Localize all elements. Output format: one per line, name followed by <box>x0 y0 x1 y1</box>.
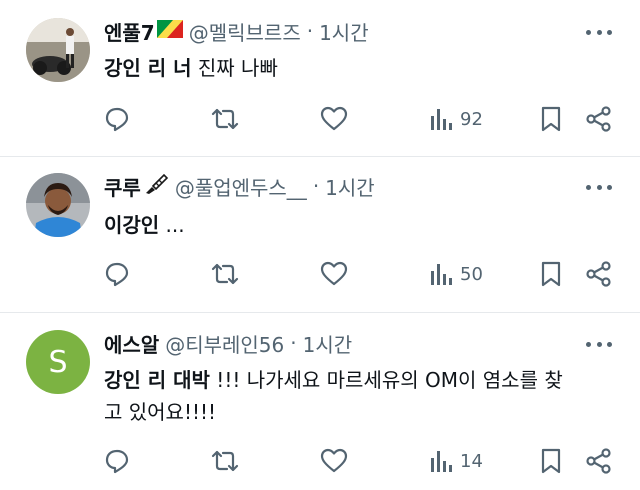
separator-dot: · <box>290 331 297 355</box>
tweet-text-rest: !!! 나가세요 마르세유의 OM이 염소를 찾 <box>209 368 563 392</box>
avatar[interactable] <box>26 173 90 237</box>
action-bar: 14 <box>104 446 624 476</box>
tweet-text: 강인 리 너 진짜 나빠 <box>104 52 614 84</box>
tweet-header: 에스알 @티부레인56 · 1시간 <box>104 329 353 358</box>
more-options-icon[interactable] <box>586 177 612 197</box>
tweet-text: 이강인 ... <box>104 209 614 241</box>
like-button[interactable] <box>320 259 348 289</box>
retweet-icon <box>211 108 239 130</box>
share-icon <box>586 261 611 287</box>
share-button[interactable] <box>586 259 612 289</box>
user-handle[interactable]: @멜릭브르즈 <box>189 17 301 46</box>
heart-icon <box>320 261 348 286</box>
tweet-text-rest: 진짜 나빠 <box>191 56 278 80</box>
reply-icon <box>105 262 129 287</box>
user-handle[interactable]: @풀업엔두스__ <box>175 172 307 201</box>
views-button[interactable]: 50 <box>430 259 483 289</box>
user-handle[interactable]: @티부레인56 <box>165 329 284 358</box>
share-button[interactable] <box>586 104 612 134</box>
avatar-letter: S <box>48 344 68 380</box>
tweet-2[interactable]: 쿠루 @풀업엔두스__ · 1시간 이강인 ... 50 <box>0 173 640 293</box>
tweet-text-bold: 강인 리 대박 <box>104 368 210 392</box>
display-name[interactable]: 엔풀7 <box>104 17 155 46</box>
like-button[interactable] <box>320 446 348 476</box>
display-name[interactable]: 에스알 <box>104 329 159 358</box>
tweet-text-rest: ... <box>159 213 185 237</box>
timestamp[interactable]: 1시간 <box>319 17 369 46</box>
separator-dot: · <box>306 19 314 43</box>
share-button[interactable] <box>586 446 612 476</box>
bookmark-button[interactable] <box>540 259 562 289</box>
views-button[interactable]: 14 <box>430 446 483 476</box>
tweet-text: 강인 리 대박 !!! 나가세요 마르세유의 OM이 염소를 찾 고 있어요!!… <box>104 364 614 428</box>
avatar[interactable] <box>26 18 90 82</box>
divider <box>0 156 640 157</box>
retweet-icon <box>211 450 239 472</box>
tweet-3[interactable]: S 에스알 @티부레인56 · 1시간 강인 리 대박 !!! 나가세요 마르세… <box>0 330 640 480</box>
tweet-text-bold: 강인 리 너 <box>104 56 192 80</box>
reply-icon <box>105 107 129 132</box>
retweet-button[interactable] <box>210 104 240 134</box>
tweet-1[interactable]: 엔풀7 @멜릭브르즈 · 1시간 강인 리 너 진짜 나빠 92 <box>0 18 640 138</box>
reply-button[interactable] <box>104 259 130 289</box>
share-icon <box>586 448 611 474</box>
tweet-text-bold: 이강인 <box>104 213 160 237</box>
divider <box>0 312 640 313</box>
views-chart-icon <box>431 264 452 285</box>
bookmark-button[interactable] <box>540 104 562 134</box>
retweet-button[interactable] <box>210 259 240 289</box>
share-icon <box>586 106 611 132</box>
tweet-header: 엔풀7 @멜릭브르즈 · 1시간 <box>104 17 369 46</box>
congo-flag-icon <box>156 19 183 43</box>
pen-brush-icon <box>143 173 169 200</box>
bookmark-icon <box>541 106 561 132</box>
more-options-icon[interactable] <box>586 334 612 354</box>
retweet-icon <box>211 263 239 285</box>
views-count: 92 <box>460 108 483 130</box>
action-bar: 92 <box>104 104 624 134</box>
timestamp[interactable]: 1시간 <box>303 329 353 358</box>
reply-button[interactable] <box>104 446 130 476</box>
reply-icon <box>105 449 129 474</box>
avatar[interactable]: S <box>26 330 90 394</box>
separator-dot: · <box>312 174 320 198</box>
more-options-icon[interactable] <box>586 22 612 42</box>
views-count: 14 <box>460 450 483 472</box>
reply-button[interactable] <box>104 104 130 134</box>
display-name[interactable]: 쿠루 <box>104 172 141 201</box>
views-count: 50 <box>460 263 483 285</box>
like-button[interactable] <box>320 104 348 134</box>
bookmark-icon <box>541 261 561 287</box>
action-bar: 50 <box>104 259 624 289</box>
heart-icon <box>320 448 348 473</box>
retweet-button[interactable] <box>210 446 240 476</box>
bookmark-icon <box>541 448 561 474</box>
timestamp[interactable]: 1시간 <box>325 172 375 201</box>
views-chart-icon <box>431 451 452 472</box>
views-button[interactable]: 92 <box>430 104 483 134</box>
bookmark-button[interactable] <box>540 446 562 476</box>
heart-icon <box>320 106 348 131</box>
tweet-text-line2: 고 있어요!!!! <box>104 400 217 424</box>
views-chart-icon <box>431 109 452 130</box>
tweet-header: 쿠루 @풀업엔두스__ · 1시간 <box>104 172 375 201</box>
